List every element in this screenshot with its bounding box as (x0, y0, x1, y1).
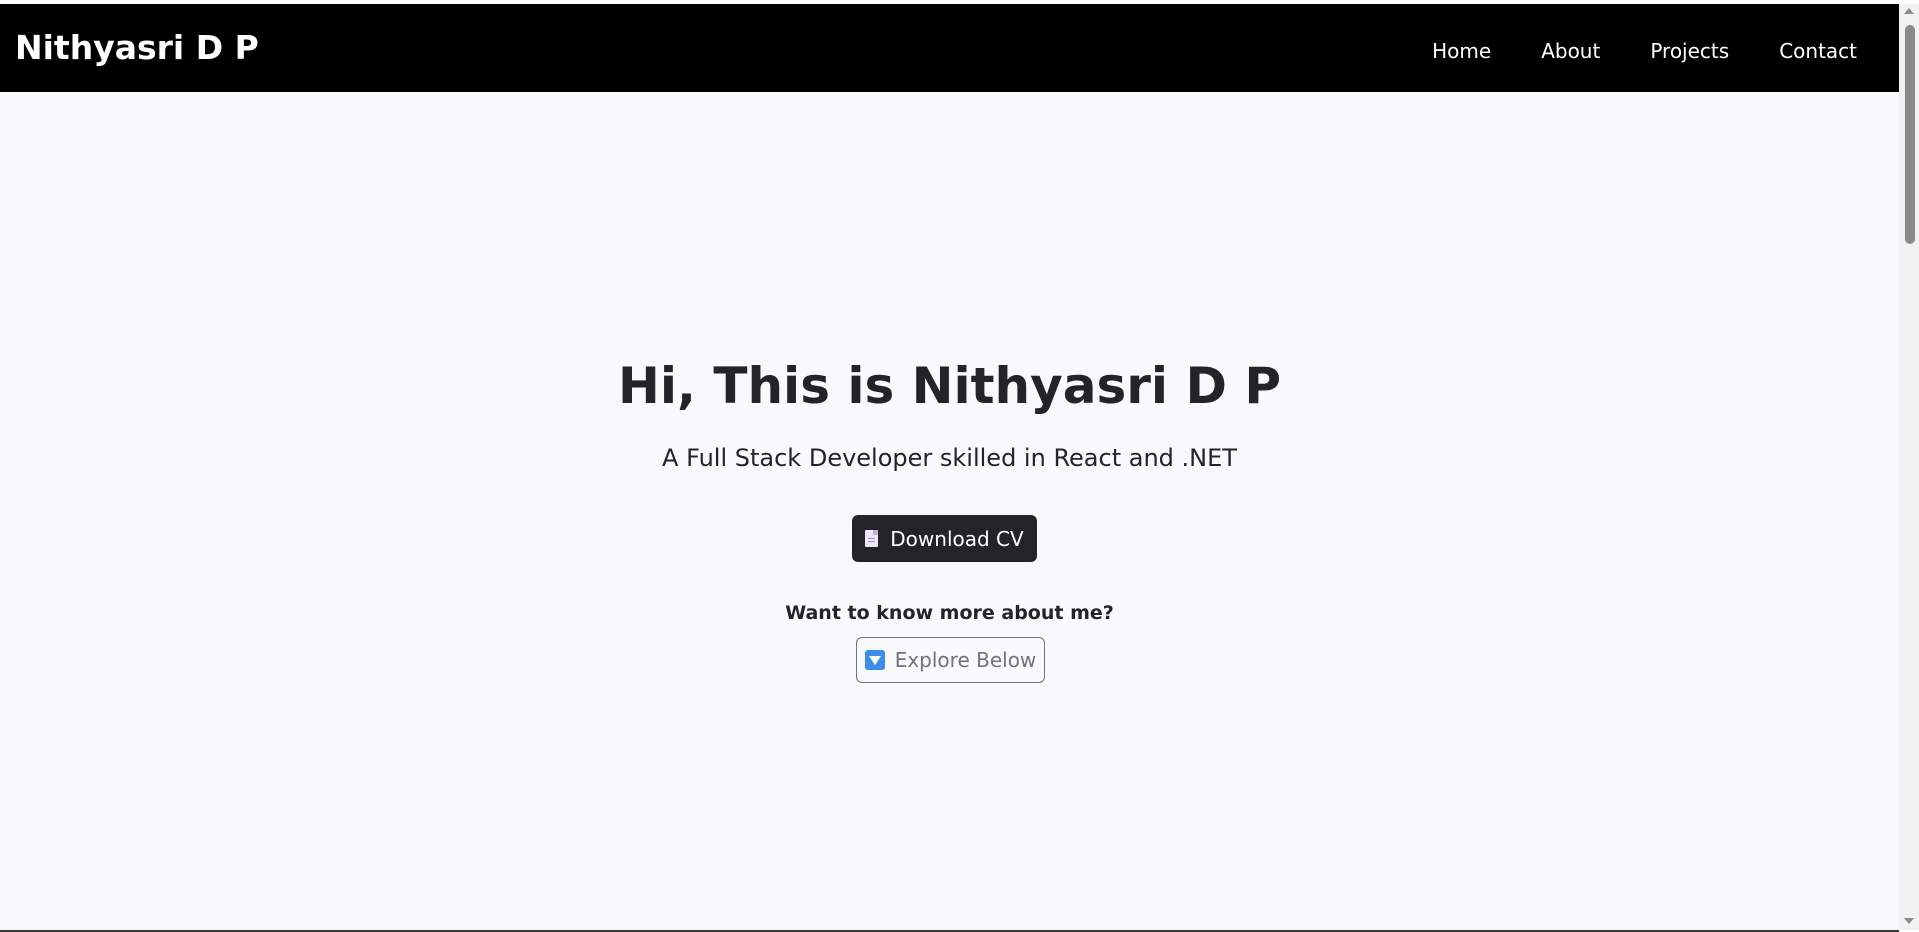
nav-link-projects[interactable]: Projects (1650, 38, 1729, 64)
top-navbar: Nithyasri D P Home About Projects Contac… (0, 4, 1899, 92)
download-cv-button[interactable]: Download CV (852, 515, 1037, 562)
vertical-scrollbar[interactable] (1899, 4, 1919, 930)
scrollbar-thumb[interactable] (1905, 25, 1915, 244)
explore-below-label: Explore Below (894, 648, 1037, 672)
browser-viewport: Nithyasri D P Home About Projects Contac… (0, 0, 1919, 932)
nav-link-home[interactable]: Home (1432, 38, 1491, 64)
nav-link-about[interactable]: About (1541, 38, 1600, 64)
down-arrow-button-icon (864, 650, 885, 670)
hero-subtitle: A Full Stack Developer skilled in React … (662, 444, 1237, 472)
nav-link-contact[interactable]: Contact (1779, 38, 1857, 64)
page-facing-up-icon (865, 530, 879, 547)
scroll-down-arrow-icon[interactable] (1904, 918, 1914, 924)
know-more-text: Want to know more about me? (785, 602, 1114, 624)
nav-links: Home About Projects Contact (1382, 38, 1857, 64)
portfolio-page: Nithyasri D P Home About Projects Contac… (0, 4, 1899, 930)
download-cv-label: Download CV (890, 526, 1024, 551)
scroll-up-arrow-icon[interactable] (1904, 8, 1914, 14)
brand-name[interactable]: Nithyasri D P (15, 28, 259, 68)
hero-title: Hi, This is Nithyasri D P (617, 357, 1282, 415)
explore-below-button[interactable]: Explore Below (856, 637, 1045, 683)
